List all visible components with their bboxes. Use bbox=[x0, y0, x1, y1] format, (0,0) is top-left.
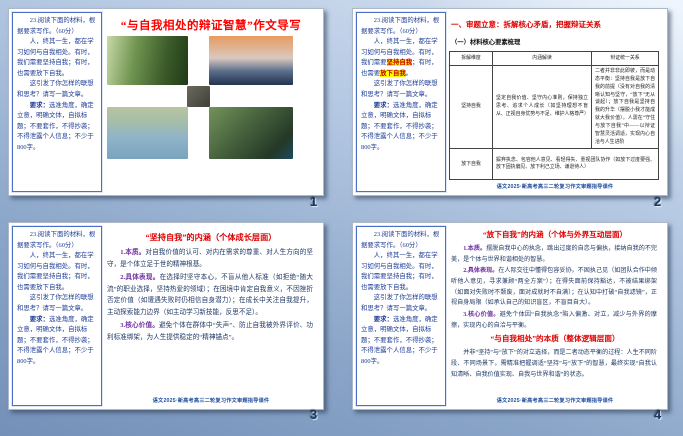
table-header-row: 拆解维度 内涵解读 辩证统一关系 bbox=[450, 52, 659, 66]
point-label: 1.本质。 bbox=[463, 246, 486, 252]
slide-thumbnail-2[interactable]: 23.阅读下面的材料，根据要求写作。（60分） 人，终其一生，都在学习如何与自我… bbox=[352, 8, 668, 196]
prompt-line: 23.阅读下面的材料，根据要求写作。（60分） bbox=[361, 16, 441, 37]
prompt-line: 23.阅读下面的材料，根据要求写作。（60分） bbox=[17, 16, 97, 37]
section-subheading: （一）材料核心要素梳理 bbox=[451, 37, 665, 46]
essay-prompt-box: 23.阅读下面的材料，根据要求写作。（60分） 人，终其一生，都在学习如何与自我… bbox=[356, 226, 446, 406]
prompt-line: 这引发了你怎样的联想和思考？请写一篇文章。 bbox=[361, 293, 441, 314]
prompt-line: 这引发了你怎样的联想和思考？请写一篇文章。 bbox=[361, 79, 441, 100]
point-label: 3.核心价值。 bbox=[463, 312, 499, 318]
slide-footer-credit: 语文2025·新高考高三二轮复习作文审题指导课件 bbox=[101, 397, 321, 404]
section-heading: 一、审题立意：拆解核心矛盾，把握辩证关系 bbox=[451, 19, 665, 30]
cell-dimension-let-go-self: 放下自我 bbox=[450, 149, 493, 180]
slide-footer-credit: 语文2025·新高考高三二轮复习作文审题指导课件 bbox=[445, 397, 665, 404]
point-label: 1.本质。 bbox=[120, 249, 145, 256]
prompt-line: 23.阅读下面的材料，根据要求写作。（60分） bbox=[361, 230, 441, 251]
slide-footer-credit: 语文2025·新高考高三二轮复习作文审题指导课件 bbox=[445, 183, 665, 190]
numbered-point: 1.本质。对自我价值的认可、对内在需求的尊重、对人生方向的坚守，是个体立足于世的… bbox=[107, 247, 313, 271]
numbered-point: 1.本质。摆脱自我中心的执念，跳出过度的自恋与偏执，接纳自我的不完美，是个体与世… bbox=[451, 244, 657, 265]
prompt-line: 这引发了你怎样的联想和思考？请写一篇文章。 bbox=[17, 79, 97, 100]
prompt-line: 人，终其一生，都在学习如何与自我相处。有时，我们需要坚持自我；有时，也需要放下自… bbox=[361, 251, 441, 293]
slide-number-3: 3 bbox=[310, 407, 317, 422]
prompt-requirements: 要求：选准角度，确定立意，明确文体，自拟标题；不要套作，不得抄袭；不得泄露个人信… bbox=[361, 315, 441, 368]
highlight-keep-self: 坚持自我 bbox=[387, 59, 413, 66]
slide-thumbnail-3[interactable]: 23.阅读下面的材料，根据要求写作。（60分） 人，终其一生，都在学习如何与自我… bbox=[8, 222, 324, 410]
prompt-line: 人，终其一生，都在学习如何与自我相处。有时，我们需要坚持自我；有时，也需要放下自… bbox=[17, 251, 97, 293]
col-header-meaning: 内涵解读 bbox=[493, 52, 592, 66]
table-row: 放下自我 摒弃执念、包容他人意见、看轻得失、重视团队协作（如放下过度要强、放下固… bbox=[450, 149, 659, 180]
prompt-line: 这引发了你怎样的联想和思考？请写一篇文章。 bbox=[17, 293, 97, 314]
prompt-requirements: 要求：选准角度，确定立意，明确文体，自拟标题；不要套作，不得抄袭；不得泄露个人信… bbox=[361, 101, 441, 154]
cell-relation: 二者并非非此即彼，而是动态平衡：坚持自我是放下自我的前提（没有对自我的清晰认知与… bbox=[592, 66, 659, 149]
slide-sorter-canvas: 23.阅读下面的材料，根据要求写作。（60分） 人，终其一生，都在学习如何与自我… bbox=[0, 0, 683, 436]
cell-meaning-let-go-self: 摒弃执念、包容他人意见、看轻得失、重视团队协作（如放下过度要强、放下固执偏见、放… bbox=[493, 149, 659, 180]
cell-meaning-keep-self: 坚定自我价值、坚守内心准则，保持独立思考、追求个人成长（如坚持理想不盲从、正视自… bbox=[493, 66, 592, 149]
point-label: 2.具体表现。 bbox=[120, 274, 159, 281]
col-header-relation: 辩证统一关系 bbox=[592, 52, 659, 66]
photo-woman-praying-mountain bbox=[209, 36, 293, 85]
slide-number-1: 1 bbox=[310, 194, 317, 209]
numbered-point: 2.具体表现。在人际交往中懂得包容妥协，不固执己见（如团队合作中倾听他人意见，寻… bbox=[451, 266, 657, 309]
photo-person-bench-lake bbox=[107, 107, 188, 159]
prompt-line-highlighted: 人，终其一生，都在学习如何与自我相处。有时，我们需要坚持自我；有时，也需要放下自… bbox=[361, 37, 441, 79]
photo-monk-under-tree bbox=[209, 107, 293, 159]
section-title: “放下自我”的内涵（个体与外界互动层面） bbox=[445, 229, 665, 240]
photo-center-statue bbox=[187, 86, 210, 107]
prompt-requirements: 要求：选准角度，确定立意，明确文体，自拟标题；不要套作，不得抄袭；不得泄露个人信… bbox=[17, 315, 97, 368]
page-title: “与自我相处的辩证智慧”作文导写 bbox=[101, 17, 321, 33]
numbered-point: 3.核心价值。避免个体因“自我执念”陷入偏激、对立，减少与外界的摩擦，实现内心的… bbox=[451, 310, 657, 331]
highlight-let-go-self: 放下自我 bbox=[380, 70, 406, 77]
essence-paragraph: 并非“坚持”与“放下”的对立选择，而是二者动态平衡的过程：人生不同阶段、不同场景… bbox=[451, 348, 657, 380]
slide-number-4: 4 bbox=[654, 407, 661, 422]
numbered-point: 2.具体表现。在选择时坚守本心，不盲从他人标准（如拒绝“随大流”的职业选择，坚持… bbox=[107, 272, 313, 319]
point-label: 3.核心价值。 bbox=[120, 322, 159, 329]
numbered-point: 3.核心价值。避免个体在群体中“失声”、防止自我被外界评价、功利标准绑架，为人生… bbox=[107, 320, 313, 344]
photo-meditating-man-bamboo bbox=[107, 36, 188, 85]
prompt-line: 人，终其一生，都在学习如何与自我相处。有时，我们需要坚持自我；有时，也需要放下自… bbox=[17, 37, 97, 79]
table-row: 坚持自我 坚定自我价值、坚守内心准则，保持独立思考、追求个人成长（如坚持理想不盲… bbox=[450, 66, 659, 149]
prompt-requirements: 要求：选准角度，确定立意，明确文体，自拟标题；不要套作，不得抄袭；不得泄露个人信… bbox=[17, 101, 97, 154]
photo-grid bbox=[107, 36, 313, 168]
slide-number-2: 2 bbox=[654, 194, 661, 209]
essay-prompt-box: 23.阅读下面的材料，根据要求写作。（60分） 人，终其一生，都在学习如何与自我… bbox=[12, 12, 102, 192]
slide-thumbnail-4[interactable]: 23.阅读下面的材料，根据要求写作。（60分） 人，终其一生，都在学习如何与自我… bbox=[352, 222, 668, 410]
analysis-table: 拆解维度 内涵解读 辩证统一关系 坚持自我 坚定自我价值、坚守内心准则，保持独立… bbox=[449, 51, 659, 180]
cell-dimension-keep-self: 坚持自我 bbox=[450, 66, 493, 149]
col-header-dimension: 拆解维度 bbox=[450, 52, 493, 66]
section-title: “坚持自我”的内涵（个体成长层面） bbox=[101, 231, 321, 243]
essay-prompt-box: 23.阅读下面的材料，根据要求写作。（60分） 人，终其一生，都在学习如何与自我… bbox=[12, 226, 102, 406]
slide-thumbnail-1[interactable]: 23.阅读下面的材料，根据要求写作。（60分） 人，终其一生，都在学习如何与自我… bbox=[8, 8, 324, 196]
section-title-2: “与自我相处”的本质（整体逻辑层面） bbox=[445, 333, 665, 344]
point-label: 2.具体表现。 bbox=[463, 268, 498, 274]
prompt-line: 23.阅读下面的材料，根据要求写作。（60分） bbox=[17, 230, 97, 251]
essay-prompt-box: 23.阅读下面的材料，根据要求写作。（60分） 人，终其一生，都在学习如何与自我… bbox=[356, 12, 446, 192]
